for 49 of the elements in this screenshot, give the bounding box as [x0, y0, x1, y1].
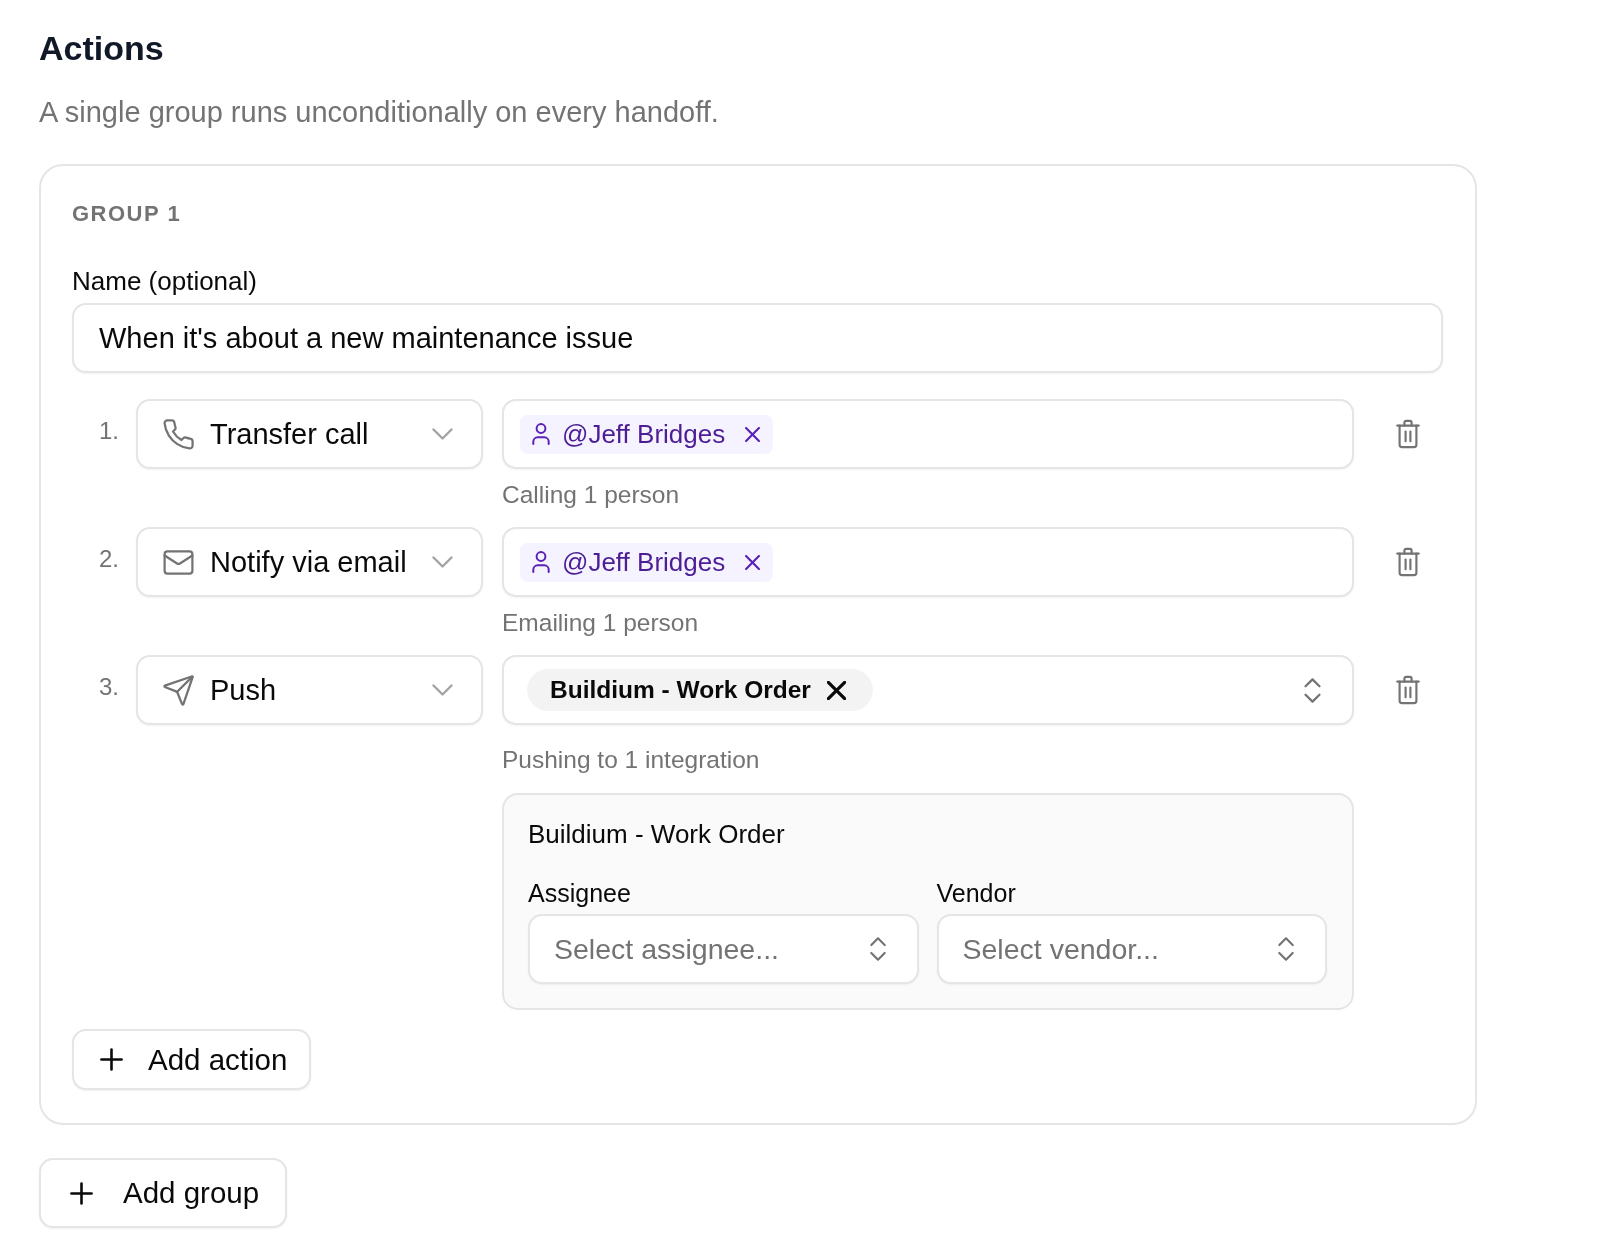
- action-type-select[interactable]: Push: [136, 655, 483, 725]
- trash-icon: [1396, 419, 1420, 449]
- select-field[interactable]: Select assignee...: [528, 914, 919, 984]
- person-icon: [532, 551, 550, 573]
- select-field[interactable]: Select vendor...: [936, 914, 1327, 984]
- delete-button[interactable]: [1396, 547, 1420, 577]
- person-icon: [532, 423, 550, 445]
- section-description: A single group runs unconditionally on every handoff.: [39, 95, 720, 129]
- phone-icon: [163, 418, 194, 450]
- trash-icon: [1396, 675, 1420, 705]
- chevron-down-icon: [432, 684, 453, 696]
- recipient-field[interactable]: @Jeff Bridges: [502, 399, 1354, 469]
- delete-button[interactable]: [1396, 419, 1420, 449]
- chevron-up-down-icon: [1304, 677, 1321, 703]
- chevron-up-down-icon: [1278, 937, 1294, 961]
- panel-title: Buildium - Work Order: [528, 818, 786, 850]
- person-name: @Jeff Bridges: [562, 418, 726, 450]
- plus-icon: [70, 1181, 93, 1205]
- chevron-down-icon: [432, 428, 453, 440]
- person-name: @Jeff Bridges: [562, 546, 726, 578]
- step-number: 2.: [98, 544, 120, 574]
- helper-text: Calling 1 person: [502, 480, 681, 510]
- plus-icon: [100, 1048, 123, 1071]
- close-icon[interactable]: [745, 426, 761, 442]
- field-label: Vendor: [936, 878, 1017, 908]
- close-icon[interactable]: [745, 554, 761, 570]
- integration-name: Buildium - Work Order: [550, 676, 811, 704]
- add-action-button[interactable]: Add action: [72, 1029, 312, 1090]
- step-number: 3.: [98, 672, 120, 702]
- paper-plane-icon: [163, 674, 194, 706]
- recipient-field[interactable]: @Jeff Bridges: [502, 527, 1354, 597]
- envelope-icon: [163, 549, 194, 575]
- action-type-select[interactable]: Notify via email: [136, 527, 483, 597]
- chevron-down-icon: [432, 556, 453, 568]
- delete-button[interactable]: [1396, 675, 1420, 705]
- recipient-field[interactable]: Buildium - Work Order: [502, 655, 1354, 725]
- helper-text: Emailing 1 person: [502, 608, 700, 638]
- add-group-button[interactable]: Add group: [39, 1158, 288, 1228]
- field-label: Assignee: [528, 878, 632, 908]
- step-number: 1.: [98, 416, 120, 446]
- name-input[interactable]: When it's about a new maintenance issue: [72, 303, 1443, 373]
- trash-icon: [1396, 547, 1420, 577]
- field-label: Name (optional): [72, 266, 258, 296]
- helper-text: Pushing to 1 integration: [502, 745, 761, 775]
- group-label: GROUP 1: [72, 200, 183, 228]
- chevron-up-down-icon: [869, 937, 886, 961]
- section-title: Actions: [39, 28, 165, 68]
- close-icon[interactable]: [826, 680, 846, 700]
- action-type-select[interactable]: Transfer call: [136, 399, 483, 469]
